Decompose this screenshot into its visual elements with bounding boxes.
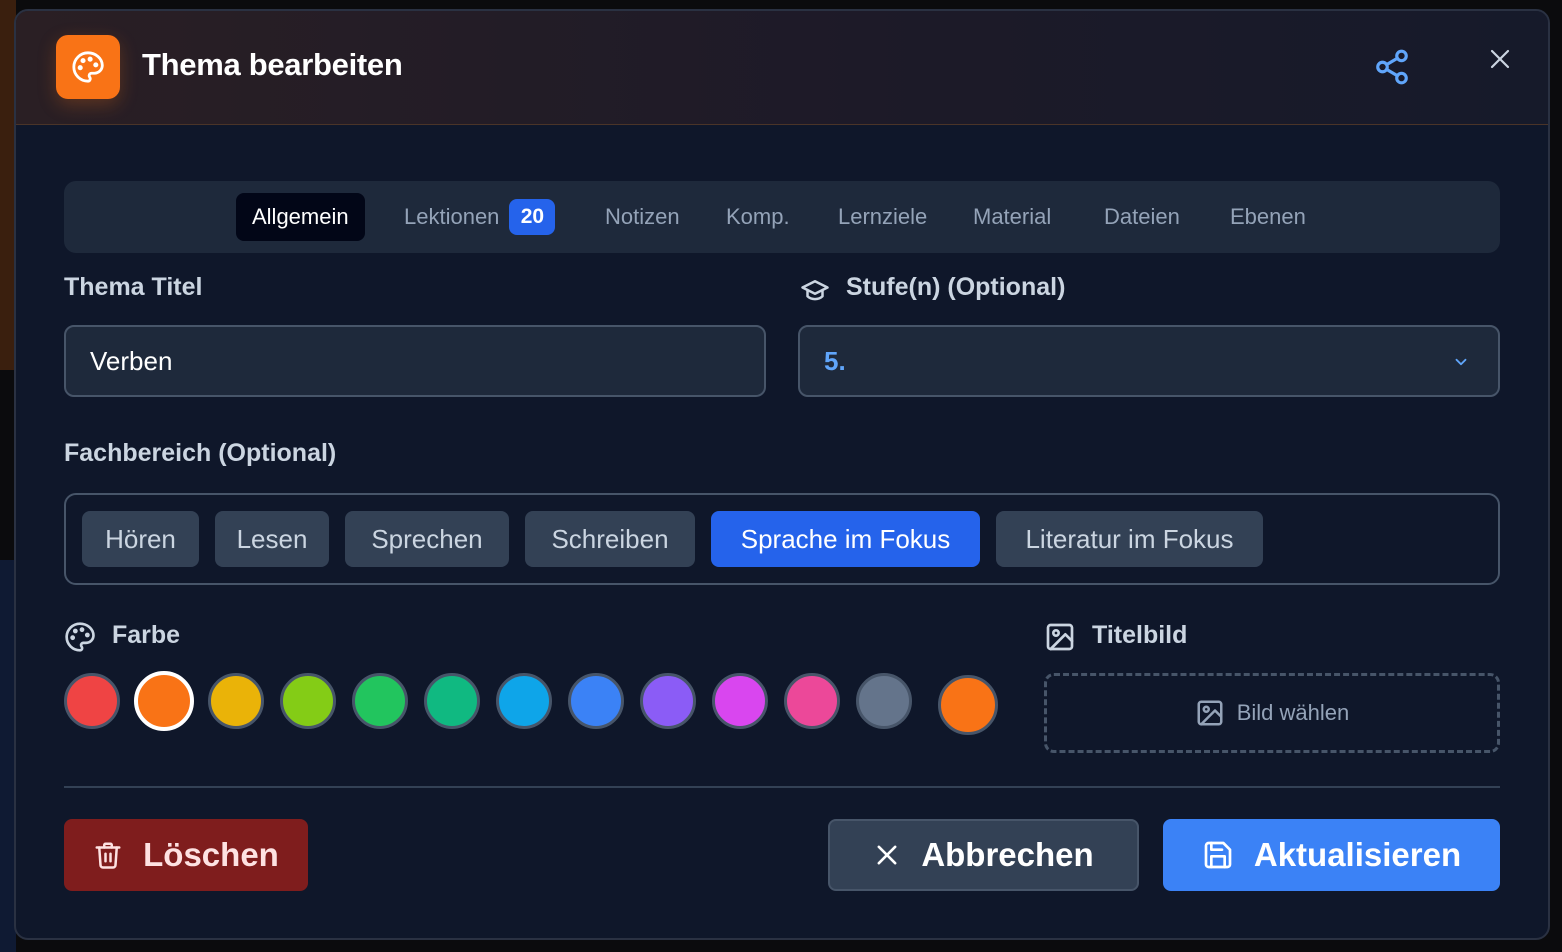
share-button[interactable]	[1372, 47, 1412, 87]
delete-button[interactable]: Löschen	[64, 819, 308, 891]
trash-icon	[93, 840, 123, 870]
tab-komp[interactable]: Komp.	[726, 193, 790, 241]
tab-label: Material	[973, 204, 1052, 229]
dialog-header: Thema bearbeiten	[16, 11, 1548, 125]
tab-ebenen[interactable]: Ebenen	[1230, 193, 1306, 241]
delete-label: Löschen	[143, 836, 279, 873]
color-swatch[interactable]	[208, 673, 264, 729]
update-label: Aktualisieren	[1253, 836, 1462, 873]
color-swatch[interactable]	[784, 673, 840, 729]
tab-notizen[interactable]: Notizen	[605, 193, 680, 241]
update-button[interactable]: Aktualisieren	[1163, 819, 1500, 891]
lessons-count-badge: 20	[509, 199, 556, 235]
save-icon	[1202, 839, 1234, 871]
color-swatch[interactable]	[424, 673, 480, 729]
palette-icon	[56, 35, 120, 99]
subject-area-label: Fachbereich (Optional)	[64, 439, 337, 467]
tab-label: Komp.	[726, 204, 790, 229]
color-swatch[interactable]	[496, 673, 552, 729]
close-button[interactable]	[1484, 43, 1516, 75]
color-swatch[interactable]	[64, 673, 120, 729]
choose-image-label: Bild wählen	[1236, 700, 1350, 725]
tab-label: Allgemein	[252, 204, 349, 229]
color-swatch[interactable]	[938, 675, 998, 735]
color-label: Farbe	[112, 621, 181, 649]
color-swatch[interactable]	[640, 673, 696, 729]
tab-label: Notizen	[605, 204, 680, 229]
chip-schreiben[interactable]: Schreiben	[525, 511, 695, 567]
subject-area-chips: Hören Lesen Sprechen Schreiben Sprache i…	[64, 493, 1500, 585]
divider	[64, 786, 1500, 788]
share-icon	[1376, 49, 1408, 85]
color-swatch[interactable]	[568, 673, 624, 729]
tab-label: Ebenen	[1230, 204, 1306, 229]
palette-icon	[64, 621, 96, 653]
tab-label: Lektionen	[404, 204, 500, 229]
color-swatch[interactable]	[712, 673, 768, 729]
close-icon	[873, 841, 901, 869]
level-select-value: 5.	[824, 345, 846, 376]
title-label: Thema Titel	[64, 273, 203, 301]
tab-material[interactable]: Material	[973, 193, 1051, 241]
image-icon	[1044, 621, 1076, 653]
tab-lernziele[interactable]: Lernziele	[838, 193, 927, 241]
chip-sprechen[interactable]: Sprechen	[345, 511, 509, 567]
chip-sprache-im-fokus[interactable]: Sprache im Fokus	[711, 511, 980, 567]
color-swatch[interactable]	[280, 673, 336, 729]
color-swatch[interactable]	[856, 673, 912, 729]
dialog-title: Thema bearbeiten	[142, 47, 403, 82]
tab-allgemein[interactable]: Allgemein	[236, 193, 365, 241]
edit-topic-dialog: Thema bearbeiten Allgemein Lektionen 20 …	[14, 9, 1550, 940]
title-input-value: Verben	[90, 345, 173, 376]
choose-image-button[interactable]: Bild wählen	[1044, 673, 1500, 753]
cancel-button[interactable]: Abbrechen	[828, 819, 1139, 891]
image-icon	[1195, 698, 1225, 728]
tab-label: Lernziele	[838, 204, 928, 229]
cancel-label: Abbrechen	[921, 836, 1094, 873]
level-select[interactable]: 5.	[798, 325, 1500, 397]
title-input[interactable]: Verben	[64, 325, 766, 397]
cover-image-label: Titelbild	[1092, 621, 1188, 649]
chip-lesen[interactable]: Lesen	[215, 511, 329, 567]
color-swatch[interactable]	[134, 671, 194, 731]
chevron-down-icon	[1452, 353, 1470, 371]
chip-literatur-im-fokus[interactable]: Literatur im Fokus	[996, 511, 1263, 567]
tab-dateien[interactable]: Dateien	[1104, 193, 1180, 241]
color-swatch[interactable]	[352, 673, 408, 729]
tab-bar: Allgemein Lektionen 20 Notizen Komp. Ler…	[64, 181, 1500, 253]
graduation-cap-icon	[798, 275, 832, 305]
close-icon	[1490, 49, 1510, 69]
tab-label: Dateien	[1104, 204, 1180, 229]
chip-hoeren[interactable]: Hören	[82, 511, 199, 567]
level-label: Stufe(n) (Optional)	[846, 273, 1066, 301]
tab-lektionen[interactable]: Lektionen 20	[404, 193, 556, 241]
